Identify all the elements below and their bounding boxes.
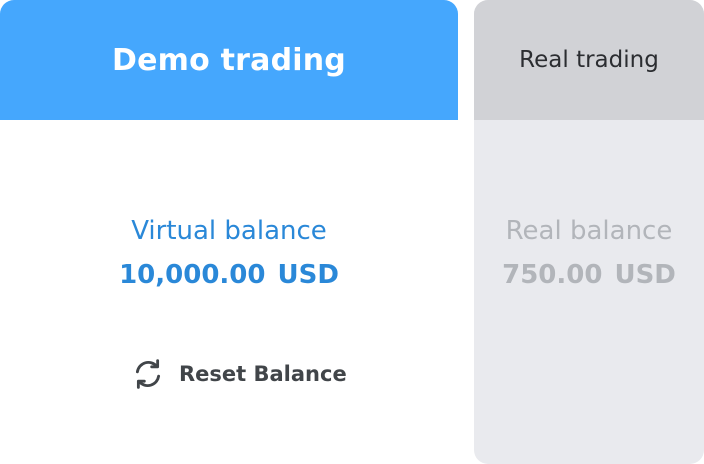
demo-trading-card: Demo trading Virtual balance 10,000.00 US… [0,0,458,464]
real-balance-label: Real balance [505,216,673,246]
account-switcher: Demo trading Virtual balance 10,000.00 US… [0,0,704,464]
demo-trading-body: Virtual balance 10,000.00 USD Reset Balan… [0,120,458,464]
virtual-balance-amount: 10,000.00 [119,260,266,290]
refresh-icon [131,357,165,391]
demo-trading-tab[interactable]: Demo trading [0,0,458,120]
demo-trading-tab-label: Demo trading [112,42,346,78]
real-balance-currency: USD [614,260,676,290]
virtual-balance-label: Virtual balance [131,216,327,246]
real-trading-tab[interactable]: Real trading [474,0,704,120]
real-balance-amount: 750.00 [502,260,603,290]
reset-balance-button[interactable]: Reset Balance [131,354,347,394]
real-trading-tab-label: Real trading [519,47,659,73]
virtual-balance-value: 10,000.00 USD [0,260,458,290]
real-balance-value: 750.00 USD [474,260,704,290]
reset-balance-label: Reset Balance [179,362,347,386]
virtual-balance-currency: USD [277,260,339,290]
real-trading-card: Real trading Real balance 750.00 USD [474,0,704,464]
